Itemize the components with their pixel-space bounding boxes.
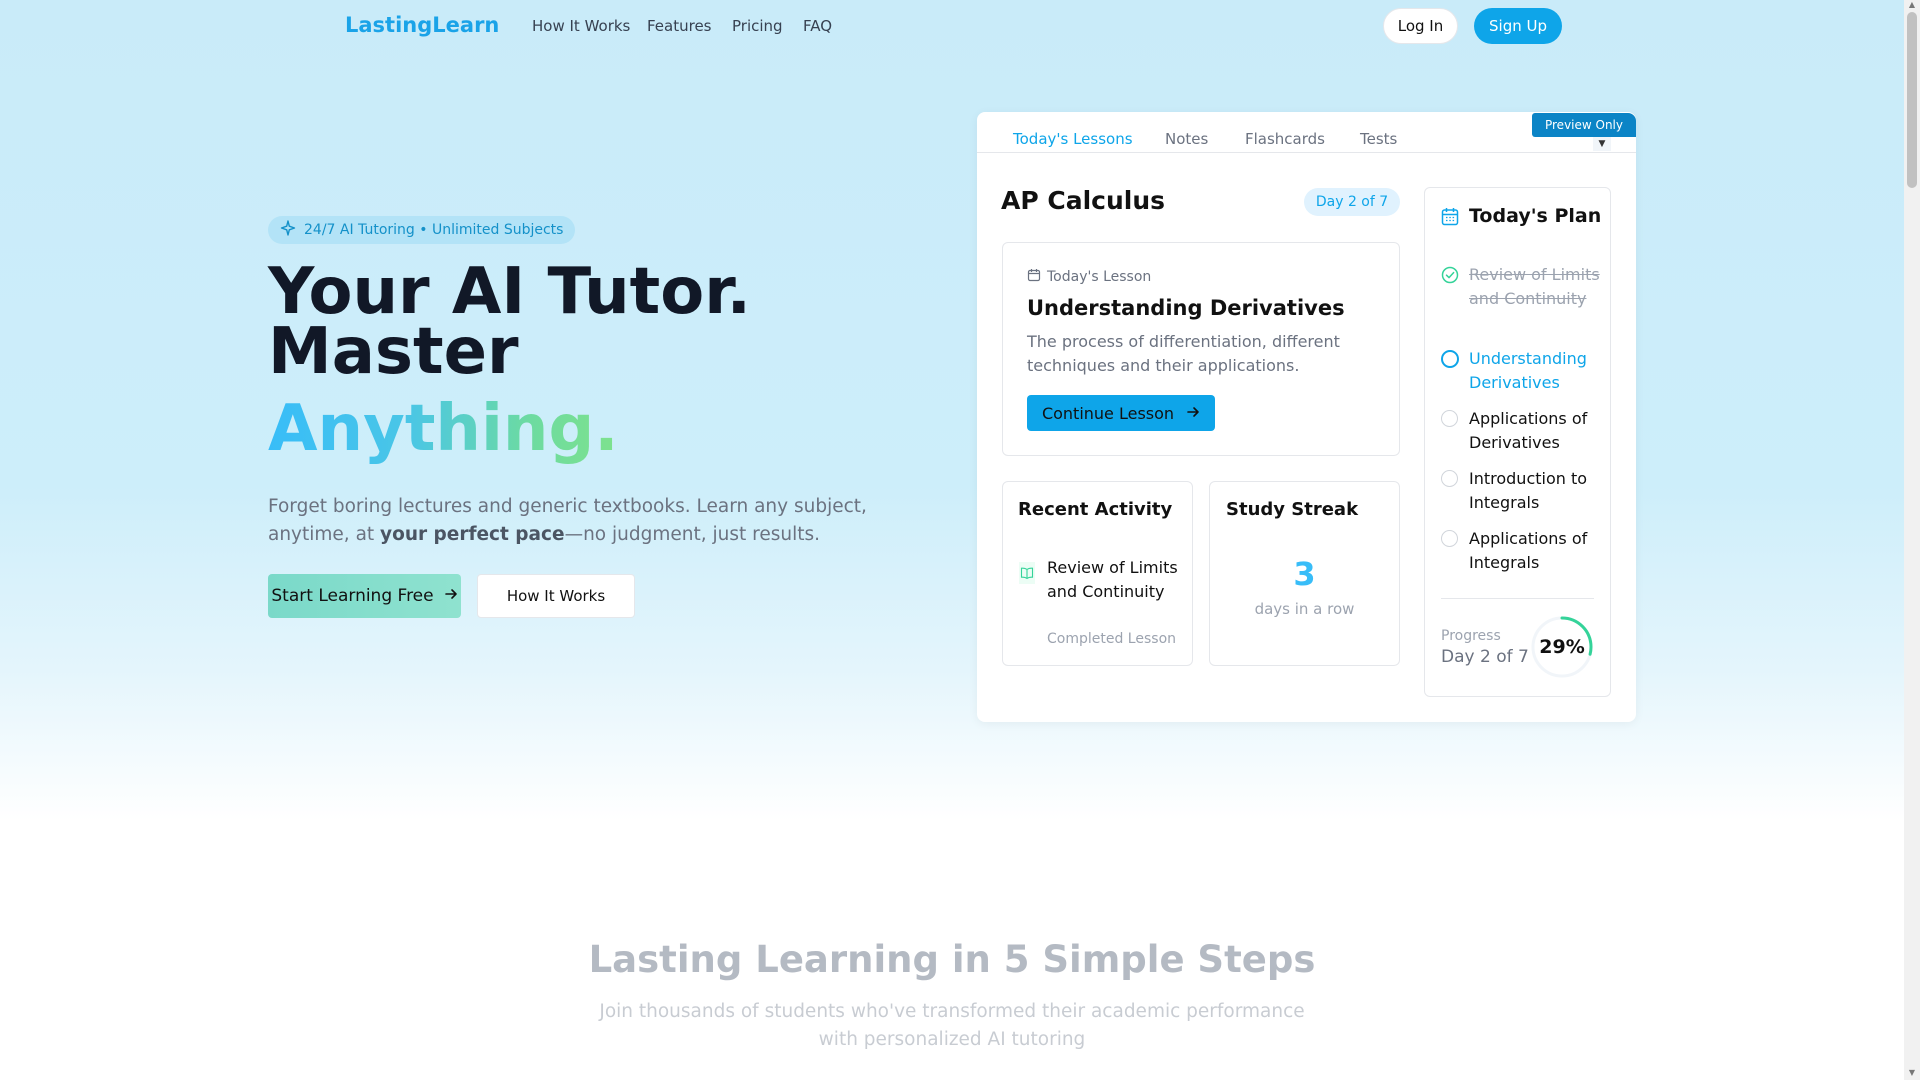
nav-link-features[interactable]: Features xyxy=(647,17,712,35)
plan-item[interactable]: Applications of Derivatives xyxy=(1469,407,1604,455)
continue-lesson-button[interactable]: Continue Lesson xyxy=(1027,395,1215,431)
course-title: AP Calculus xyxy=(1001,186,1166,215)
streak-count: 3 xyxy=(1293,555,1316,593)
hero-title-highlight: Anything. xyxy=(268,392,619,466)
plan-item-done[interactable]: Review of Limits and Continuity xyxy=(1469,263,1604,311)
nav-link-pricing[interactable]: Pricing xyxy=(732,17,783,35)
how-it-works-button[interactable]: How It Works xyxy=(477,574,635,618)
book-icon xyxy=(1019,562,1035,584)
arrow-right-icon xyxy=(444,586,458,606)
plan-item[interactable]: Applications of Integrals xyxy=(1469,527,1604,575)
steps-section-title: Lasting Learning in 5 Simple Steps xyxy=(588,938,1316,981)
lesson-title: Understanding Derivatives xyxy=(1027,296,1345,320)
activity-item-title: Review of Limits and Continuity xyxy=(1047,558,1178,601)
hero-title: Your AI Tutor. Master xyxy=(268,255,751,389)
calendar-icon xyxy=(1027,268,1041,286)
current-circle-icon xyxy=(1441,350,1459,368)
progress-day: Day 2 of 7 xyxy=(1441,647,1529,667)
tab-flashcards[interactable]: Flashcards xyxy=(1245,130,1325,148)
tabs-divider xyxy=(977,152,1636,153)
nav-link-faq[interactable]: FAQ xyxy=(803,17,832,35)
hero-badge: 24/7 AI Tutoring • Unlimited Subjects xyxy=(268,216,576,244)
scroll-down-arrow-icon[interactable]: ▼ xyxy=(1907,1068,1917,1078)
empty-circle-icon xyxy=(1441,470,1458,487)
hero-title-line2: Master xyxy=(268,315,519,389)
plan-item[interactable]: Introduction to Integrals xyxy=(1469,467,1604,515)
continue-lesson-label: Continue Lesson xyxy=(1041,403,1175,423)
tab-notes[interactable]: Notes xyxy=(1165,130,1208,148)
hero-title-line1: Your AI Tutor. xyxy=(268,255,751,329)
hero-subtitle-end: —no judgment, just results. xyxy=(564,524,820,545)
todays-plan-title: Today's Plan xyxy=(1469,205,1602,227)
hero-badge-text: 24/7 AI Tutoring • Unlimited Subjects xyxy=(304,222,564,238)
streak-label: days in a row xyxy=(1254,600,1355,618)
empty-circle-icon xyxy=(1441,410,1458,427)
lesson-description: The process of differentiation, differen… xyxy=(1027,332,1340,375)
empty-circle-icon xyxy=(1441,530,1458,547)
tab-todays-lessons[interactable]: Today's Lessons xyxy=(1013,130,1133,148)
progress-label: Progress xyxy=(1441,628,1501,644)
progress-percent: 29% xyxy=(1539,636,1585,658)
calendar-icon xyxy=(1441,207,1459,230)
check-circle-icon xyxy=(1441,266,1459,288)
todays-lesson-label: Today's Lesson xyxy=(1027,268,1151,286)
plan-item-current[interactable]: Understanding Derivatives xyxy=(1469,347,1604,395)
login-button[interactable]: Log In xyxy=(1383,8,1458,44)
scroll-up-arrow-icon[interactable]: ▲ xyxy=(1907,0,1917,10)
steps-section-subtitle: Join thousands of students who've transf… xyxy=(599,1001,1305,1050)
sparkle-icon xyxy=(280,220,296,240)
study-streak-title: Study Streak xyxy=(1226,499,1359,520)
day-badge: Day 2 of 7 xyxy=(1304,188,1400,216)
hero-subtitle: Forget boring lectures and generic textb… xyxy=(268,493,868,549)
activity-item-subtitle: Completed Lesson xyxy=(1047,631,1177,647)
start-learning-button[interactable]: Start Learning Free xyxy=(268,574,461,618)
signup-button[interactable]: Sign Up xyxy=(1474,8,1562,44)
preview-only-tag: Preview Only xyxy=(1532,113,1636,137)
scrollbar-thumb[interactable] xyxy=(1907,12,1917,188)
todays-lesson-text: Today's Lesson xyxy=(1047,269,1152,285)
start-learning-label: Start Learning Free xyxy=(271,586,434,606)
hero-subtitle-bold: your perfect pace xyxy=(380,524,565,545)
caret-down-icon[interactable]: ▼ xyxy=(1593,137,1611,151)
plan-divider xyxy=(1441,598,1594,599)
arrow-right-icon xyxy=(1186,404,1200,423)
recent-activity-title: Recent Activity xyxy=(1018,499,1173,520)
logo[interactable]: LastingLearn xyxy=(345,13,499,37)
nav-link-how-it-works[interactable]: How It Works xyxy=(532,17,630,35)
tab-tests[interactable]: Tests xyxy=(1360,130,1397,148)
